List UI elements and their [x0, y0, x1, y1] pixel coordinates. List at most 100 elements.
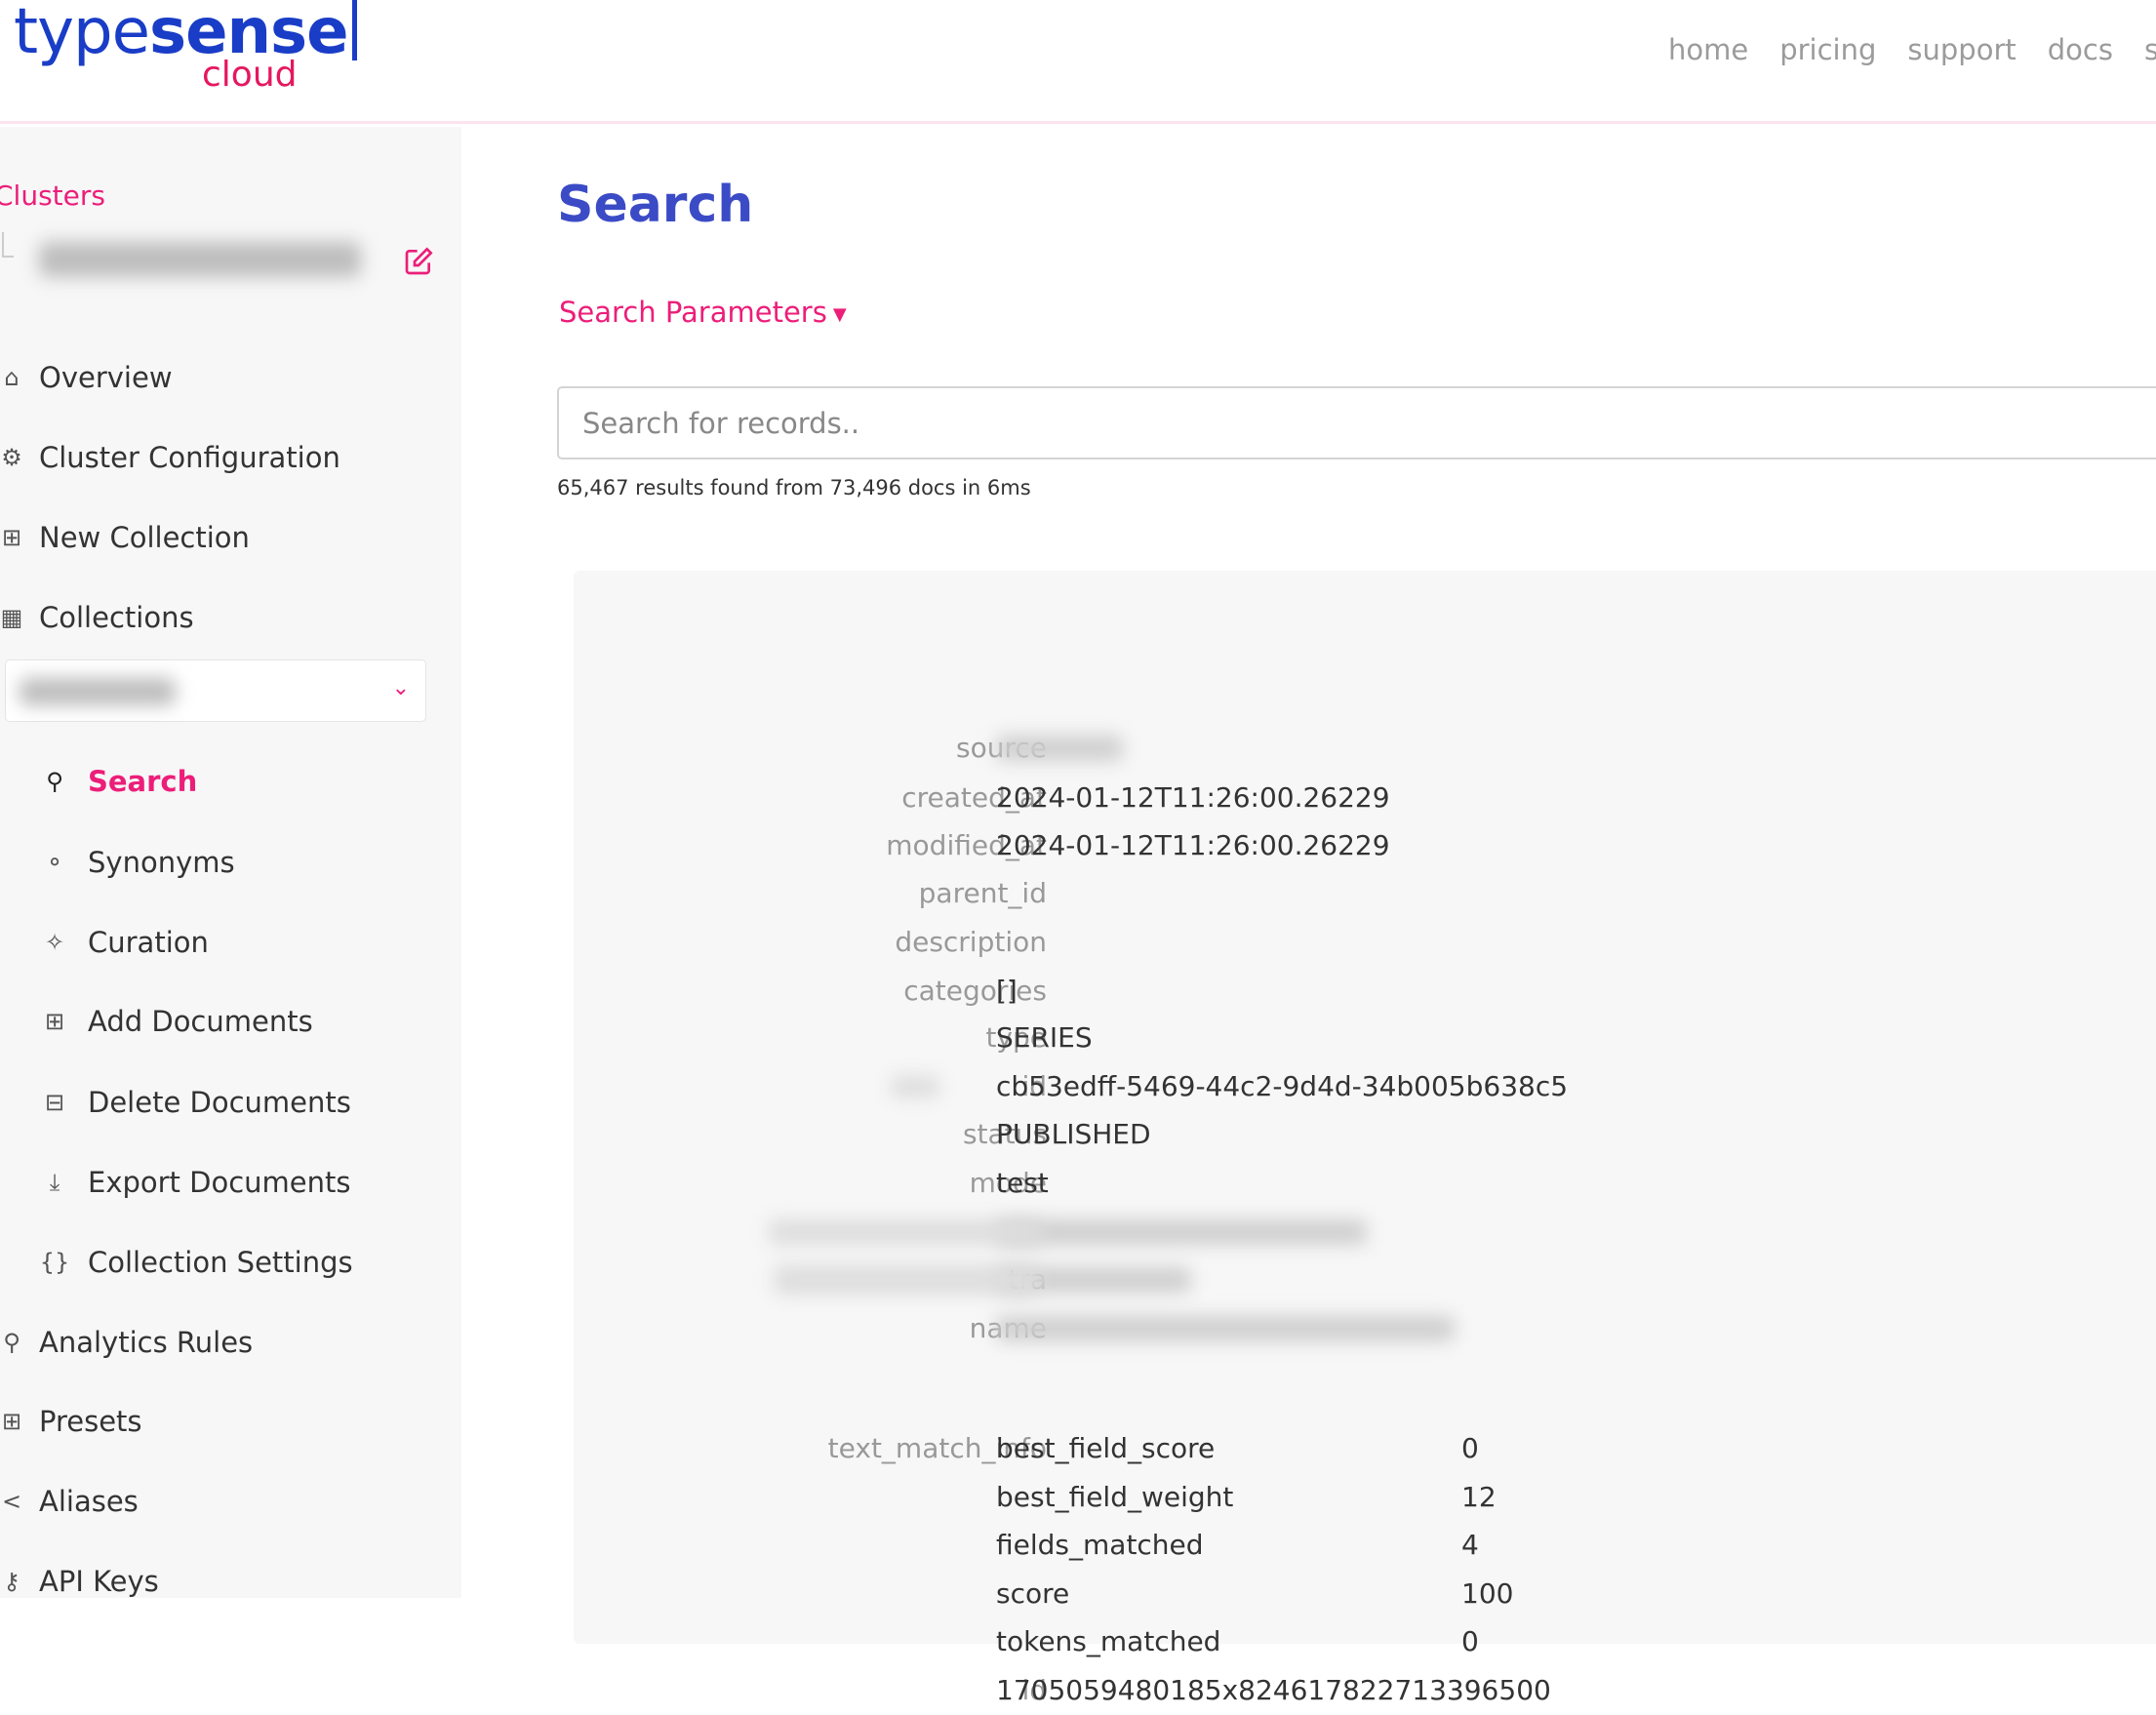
field-row: created_at 2024-01-12T11:26:00.26229: [574, 774, 2156, 822]
field-value: cb53edff-5469-44c2-9d4d-34b005b638c5: [996, 1070, 1569, 1102]
nav-status[interactable]: stat: [2144, 33, 2156, 66]
chevron-down-icon: ⌄: [391, 676, 410, 700]
new-collection-icon: ⊞: [1, 524, 22, 551]
text-match-key: tokens_matched: [996, 1625, 1221, 1657]
sidebar-item-curation[interactable]: ✧ Curation: [41, 926, 209, 959]
field-key: categories: [903, 975, 1047, 1007]
sidebar: Clusters ⌂ Overview ⚙ Cluster Configuratio…: [0, 127, 461, 1598]
text-match-value: 0: [1461, 1432, 1479, 1464]
field-row: source: [574, 724, 2156, 773]
typesense-cloud-logo[interactable]: typesense cloud: [14, 0, 357, 95]
sidebar-item-collection-settings[interactable]: {} Collection Settings: [39, 1246, 353, 1279]
sidebar-item-presets[interactable]: ⊞ Presets: [0, 1405, 142, 1438]
braces-icon: {}: [39, 1249, 70, 1276]
text-match-value: 100: [1461, 1576, 1514, 1610]
sidebar-item-label: Collection Settings: [88, 1246, 353, 1279]
key-icon: ⚷: [3, 1568, 20, 1595]
doc-id-row: id 1705059480185x824617822713396500: [574, 1666, 2156, 1715]
sidebar-item-label: New Collection: [39, 521, 250, 554]
add-documents-icon: ⊞: [44, 1008, 65, 1035]
search-icon: ⚲: [46, 768, 63, 795]
field-row: parent_id: [574, 869, 2156, 918]
field-value: 1705059480185x824617822713396500: [996, 1674, 1551, 1706]
sidebar-item-label: Presets: [39, 1405, 142, 1438]
field-value: PUBLISHED: [996, 1118, 1151, 1150]
field-row: [574, 1208, 2156, 1256]
search-parameters-label: Search Parameters: [559, 296, 827, 329]
home-icon: ⌂: [4, 364, 20, 391]
text-match-value: 4: [1461, 1529, 1479, 1561]
field-row: status PUBLISHED: [574, 1110, 2156, 1159]
field-row: description: [574, 918, 2156, 967]
sidebar-item-cluster-configuration[interactable]: ⚙ Cluster Configuration: [0, 441, 340, 474]
sidebar-item-add-documents[interactable]: ⊞ Add Documents: [41, 1005, 313, 1038]
field-row: id cb53edff-5469-44c2-9d4d-34b005b638c5: [574, 1062, 2156, 1111]
main-content: Search Search Parameters▼ 65,467 results…: [461, 127, 2156, 1706]
edit-icon[interactable]: [403, 246, 434, 277]
nav-support[interactable]: support: [1907, 33, 2016, 66]
text-match-row: tokens_matched 0: [574, 1617, 2156, 1666]
synonyms-icon: ⚬: [44, 849, 65, 876]
text-match-row: best_field_weight 12: [574, 1473, 2156, 1522]
nav-docs[interactable]: docs: [2048, 33, 2113, 66]
collection-select[interactable]: ⌄: [5, 659, 426, 722]
text-match-row: score 100: [574, 1570, 2156, 1618]
sidebar-item-delete-documents[interactable]: ⊟ Delete Documents: [41, 1086, 351, 1119]
logo-cloud: cloud: [202, 55, 298, 95]
analytics-icon: ⚲: [3, 1329, 20, 1356]
sidebar-item-label: Curation: [88, 926, 209, 959]
sidebar-item-label: Analytics Rules: [39, 1326, 254, 1359]
top-nav: home pricing support docs stat: [1668, 33, 2156, 66]
text-match-value: 12: [1461, 1480, 1497, 1513]
field-value: 2024-01-12T11:26:00.26229: [996, 781, 1390, 814]
sidebar-item-label: API Keys: [39, 1565, 159, 1598]
sidebar-item-search[interactable]: ⚲ Search: [41, 765, 197, 798]
sidebar-item-collections[interactable]: ▦ Collections: [0, 601, 194, 634]
nav-pricing[interactable]: pricing: [1779, 33, 1876, 66]
page-title: Search: [557, 176, 754, 234]
sidebar-item-label: Aliases: [39, 1485, 139, 1518]
cluster-name-redacted[interactable]: [39, 242, 361, 277]
table-icon: ⊞: [1, 1408, 22, 1435]
field-row: type SERIES: [574, 1014, 2156, 1062]
header: typesense cloud home pricing support doc…: [0, 0, 2156, 124]
sidebar-item-aliases[interactable]: < Aliases: [0, 1485, 139, 1518]
logo-text: type: [14, 0, 150, 68]
field-row: categories[]: [574, 967, 2156, 1016]
text-match-value: 0: [1461, 1625, 1479, 1657]
magic-wand-icon: ✧: [44, 929, 65, 956]
search-input[interactable]: [557, 386, 2156, 459]
field-value: 2024-01-12T11:26:00.26229: [996, 829, 1390, 861]
sidebar-item-analytics-rules[interactable]: ⚲ Analytics Rules: [0, 1326, 253, 1359]
nav-home[interactable]: home: [1668, 33, 1748, 66]
sidebar-item-synonyms[interactable]: ⚬ Synonyms: [41, 846, 235, 879]
sidebar-item-label: Cluster Configuration: [39, 441, 340, 474]
search-parameters-toggle[interactable]: Search Parameters ▼: [559, 296, 847, 329]
sidebar-item-export-documents[interactable]: ⤓ Export Documents: [41, 1166, 351, 1199]
field-key: parent_id: [918, 877, 1047, 909]
text-match-key: fields_matched: [996, 1529, 1204, 1561]
sidebar-item-api-keys[interactable]: ⚷ API Keys: [0, 1565, 159, 1598]
sidebar-item-label: Overview: [39, 361, 173, 394]
sidebar-item-label: Search: [88, 765, 198, 798]
gear-icon: ⚙: [1, 444, 22, 471]
delete-documents-icon: ⊟: [44, 1089, 65, 1116]
text-match-key: best_field_score: [996, 1432, 1216, 1464]
field-value: SERIES: [996, 1021, 1093, 1054]
result-card: sourcecreated_at2024-01-12T11:26:00.2622…: [574, 571, 2156, 1706]
field-row: name: [574, 1304, 2156, 1353]
sidebar-item-overview[interactable]: ⌂ Overview: [0, 361, 173, 394]
share-icon: <: [1, 1488, 22, 1515]
text-match-row: fields_matched 4: [574, 1521, 2156, 1570]
sidebar-item-label: Add Documents: [88, 1005, 313, 1038]
field-value: []: [996, 975, 1018, 1007]
tree-line: [2, 232, 14, 258]
field-value: test: [996, 1167, 1049, 1199]
field-row: mode test: [574, 1159, 2156, 1208]
field-row: tra: [574, 1256, 2156, 1304]
text-match-key: best_field_weight: [996, 1480, 1234, 1513]
sidebar-item-new-collection[interactable]: ⊞ New Collection: [0, 521, 250, 554]
clusters-link[interactable]: Clusters: [0, 179, 105, 212]
download-icon: ⤓: [49, 1169, 60, 1196]
sidebar-item-label: Synonyms: [88, 846, 235, 879]
